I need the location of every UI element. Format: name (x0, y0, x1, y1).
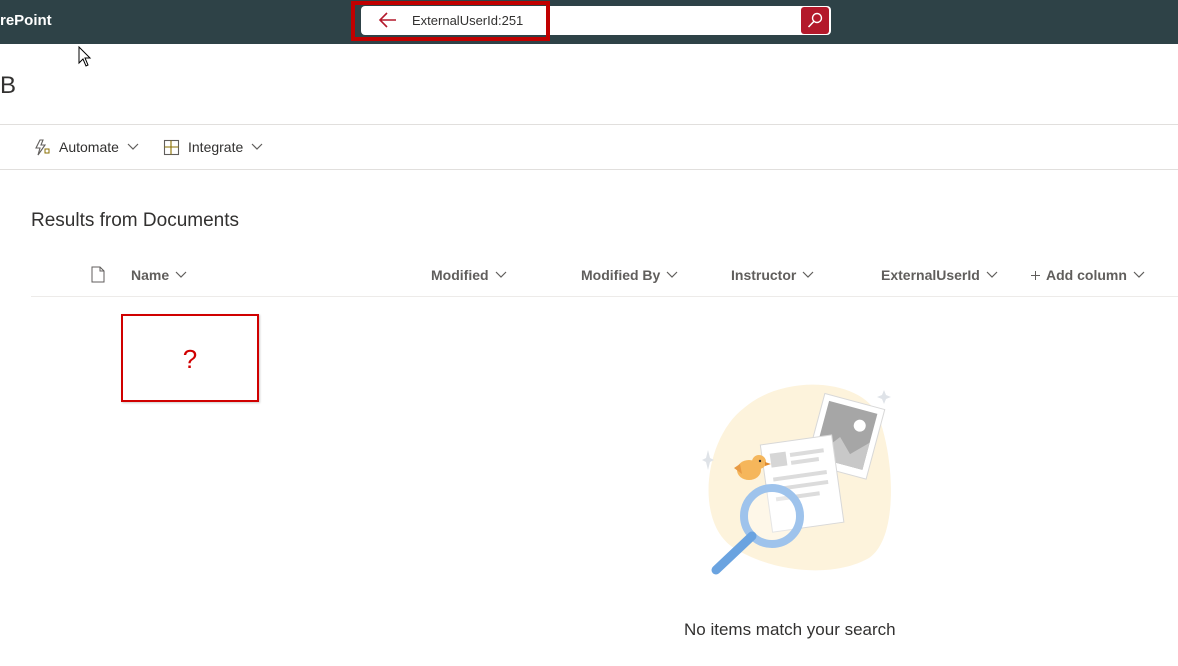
question-annotation-box: ? (121, 314, 259, 402)
app-brand[interactable]: rePoint (0, 12, 52, 29)
command-bar-divider (0, 169, 1178, 170)
chevron-down-icon (802, 271, 814, 278)
integrate-label: Integrate (188, 139, 244, 155)
header-divider (0, 124, 1178, 125)
column-label: Add column (1046, 267, 1127, 283)
chevron-down-icon (175, 271, 187, 278)
question-mark: ? (182, 344, 198, 374)
results-title: Results from Documents (31, 210, 240, 231)
column-header-name[interactable]: Name (131, 266, 187, 284)
empty-state-message: No items match your search (684, 620, 896, 639)
automate-label: Automate (59, 139, 119, 155)
search-icon (807, 12, 823, 28)
column-label: Name (131, 267, 170, 283)
column-label: Instructor (731, 267, 797, 283)
integrate-icon (163, 139, 180, 155)
column-label: Modified (431, 267, 489, 283)
chevron-down-icon (127, 143, 139, 150)
column-header-divider (31, 296, 1178, 297)
add-column-button[interactable]: Add column (1030, 266, 1145, 284)
chevron-down-icon (495, 271, 506, 278)
column-header-instructor[interactable]: Instructor (731, 266, 814, 284)
column-label: Modified By (581, 267, 661, 283)
column-header-modified[interactable]: Modified (431, 266, 507, 284)
search-highlight-annotation (351, 1, 550, 41)
chevron-down-icon (986, 271, 998, 278)
file-type-icon[interactable] (91, 266, 105, 283)
chevron-down-icon (251, 143, 263, 150)
chevron-down-icon (1133, 271, 1145, 278)
plus-icon (1031, 270, 1040, 280)
automate-icon (35, 138, 50, 155)
mouse-cursor-icon (78, 46, 92, 67)
integrate-command[interactable]: Integrate (163, 136, 263, 158)
site-title: B (0, 72, 17, 99)
column-header-modified-by[interactable]: Modified By (581, 266, 678, 284)
chevron-down-icon (666, 271, 678, 278)
column-header-externaluserid[interactable]: ExternalUserId (881, 266, 998, 284)
column-label: ExternalUserId (881, 267, 980, 283)
search-button[interactable] (801, 7, 829, 34)
empty-search-illustration (702, 384, 891, 575)
automate-command[interactable]: Automate (34, 136, 139, 158)
